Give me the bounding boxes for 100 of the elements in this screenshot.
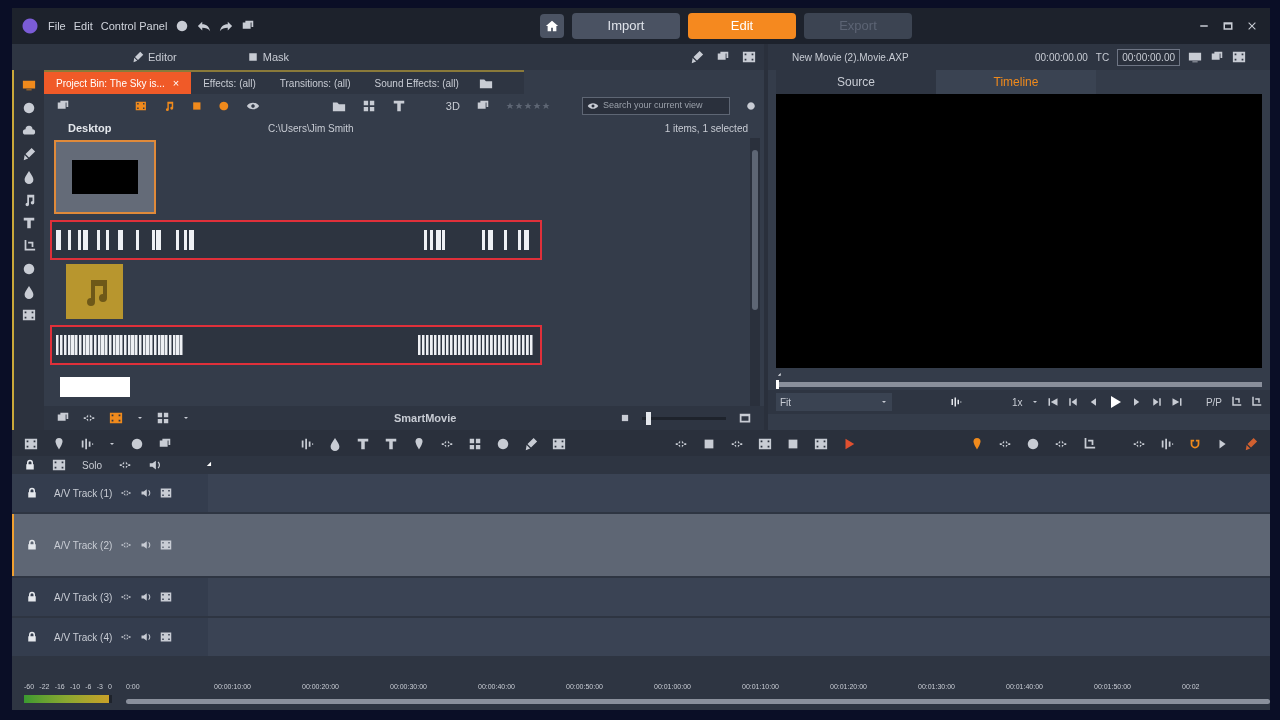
scrub-handle[interactable] [776, 380, 779, 389]
menu-item[interactable]: File [48, 17, 66, 35]
grid-icon[interactable] [468, 437, 482, 451]
magnet-icon[interactable] [1188, 437, 1202, 451]
track-row[interactable]: A/V Track (3) [12, 578, 1270, 616]
go-to-end-icon[interactable] [1170, 396, 1183, 408]
clip-icon[interactable] [758, 437, 772, 451]
video-thumbnail[interactable] [54, 140, 156, 214]
track-row[interactable]: A/V Track (2) [12, 514, 1270, 576]
home-icon[interactable] [545, 19, 559, 33]
search-field[interactable]: Search your current view [581, 97, 731, 115]
text-tool-icon[interactable] [22, 216, 36, 230]
caret-icon[interactable] [108, 440, 116, 448]
library-tab[interactable]: Sound Effects: (all) [362, 72, 471, 94]
timeline-scrollbar[interactable] [126, 698, 1270, 704]
app-logo-icon[interactable] [20, 16, 40, 36]
track-row[interactable]: A/V Track (4) [12, 618, 1270, 656]
speaker-icon[interactable] [148, 458, 162, 472]
star-icon[interactable] [514, 102, 523, 110]
film-icon[interactable] [160, 631, 173, 643]
fit-dropdown[interactable]: Fit [776, 393, 892, 411]
preview-tab[interactable]: Timeline [936, 70, 1096, 94]
redo-icon[interactable] [219, 19, 234, 33]
pip-button[interactable]: P/P [1205, 394, 1222, 410]
lock-icon[interactable] [26, 591, 38, 603]
speaker-icon[interactable] [140, 539, 153, 551]
preview-tab[interactable]: Source [776, 70, 936, 94]
speaker-icon[interactable] [140, 631, 153, 643]
scrollbar[interactable] [750, 138, 760, 406]
timeline-view-icon[interactable] [24, 437, 38, 451]
lock-icon[interactable] [26, 631, 38, 643]
star-icon[interactable] [523, 102, 532, 110]
drop-icon[interactable] [22, 285, 36, 299]
monitor-icon[interactable] [22, 78, 36, 92]
strip-icon[interactable] [814, 437, 828, 451]
film-icon[interactable] [160, 591, 173, 603]
menu-item[interactable]: Control Panel [100, 17, 168, 35]
film-icon[interactable] [160, 539, 173, 551]
next-frame-icon[interactable] [1150, 396, 1163, 408]
star-icon[interactable] [541, 102, 550, 110]
menu-item[interactable]: Edit [73, 17, 93, 35]
waveform-tool-icon[interactable] [300, 437, 314, 451]
lock-icon[interactable] [26, 539, 38, 551]
mode-tab[interactable]: Import [572, 13, 680, 39]
slider-thumb[interactable] [645, 411, 651, 425]
video-filter-icon[interactable] [135, 99, 147, 113]
storyboard-icon[interactable] [108, 411, 124, 425]
storyboard-icon[interactable] [552, 437, 566, 451]
zoom-slider[interactable] [642, 411, 726, 425]
film-icon[interactable] [160, 487, 173, 499]
caret-icon[interactable] [880, 398, 888, 406]
cloud-icon[interactable] [22, 124, 36, 138]
audio-clip-row[interactable] [50, 325, 542, 365]
effects-icon[interactable] [22, 147, 36, 161]
video-frame [72, 160, 138, 194]
crop-icon[interactable] [1082, 437, 1096, 451]
pen-icon[interactable] [1244, 437, 1258, 451]
previous-frame-icon[interactable] [1066, 396, 1079, 408]
star-icon[interactable] [505, 102, 514, 110]
lock-icon[interactable] [24, 459, 36, 471]
lock-icon[interactable] [26, 487, 38, 499]
film-icon[interactable] [52, 458, 66, 472]
project-title: New Movie (2).Movie.AXP [792, 50, 909, 65]
subtitle-icon[interactable] [384, 437, 398, 451]
smartmovie-button[interactable]: SmartMovie [394, 409, 457, 427]
title-tool-icon[interactable] [356, 437, 370, 451]
image-filter-icon[interactable] [190, 99, 203, 113]
image-thumbnail[interactable] [60, 377, 130, 397]
audio-thumbnail[interactable] [66, 264, 123, 319]
go-to-start-icon[interactable] [1046, 396, 1059, 408]
duration-readout: 00:00:00.00 [1035, 50, 1088, 65]
panel-tab[interactable]: Mask [262, 48, 290, 66]
timecode-field[interactable]: 00:00:00.00 [1117, 48, 1180, 66]
maximize-icon[interactable] [1222, 20, 1234, 32]
caret-icon[interactable] [182, 414, 190, 422]
mask-icon[interactable] [246, 51, 259, 63]
speed-button[interactable]: 1x [1012, 394, 1023, 410]
crop-icon[interactable] [22, 239, 36, 253]
speaker-icon[interactable] [140, 591, 153, 603]
track-row[interactable]: A/V Track (1) [12, 474, 1270, 512]
star-icon[interactable] [532, 102, 541, 110]
library-tab[interactable]: Transitions: (all) [267, 72, 363, 94]
audio-mix-icon[interactable] [80, 437, 94, 451]
audio-clip-row[interactable] [50, 220, 542, 260]
view-3d-button[interactable]: 3D [445, 97, 460, 115]
scrollbar-thumb[interactable] [752, 150, 758, 310]
caret-icon[interactable] [136, 414, 144, 422]
home-button[interactable] [540, 14, 564, 38]
close-icon[interactable] [1246, 20, 1258, 32]
edit-icon[interactable] [132, 51, 144, 63]
undo-icon[interactable] [197, 19, 212, 33]
large-thumb-icon[interactable] [738, 411, 752, 425]
small-thumb-icon[interactable] [620, 413, 630, 423]
panel-tab[interactable]: Editor [148, 48, 177, 66]
search-icon[interactable] [586, 100, 599, 112]
speaker-icon[interactable] [140, 487, 153, 499]
grid-view-icon[interactable] [156, 411, 170, 425]
library-tab[interactable]: Effects: (all) [191, 72, 268, 94]
volume-icon[interactable] [1160, 437, 1174, 451]
film-icon[interactable] [22, 308, 36, 322]
